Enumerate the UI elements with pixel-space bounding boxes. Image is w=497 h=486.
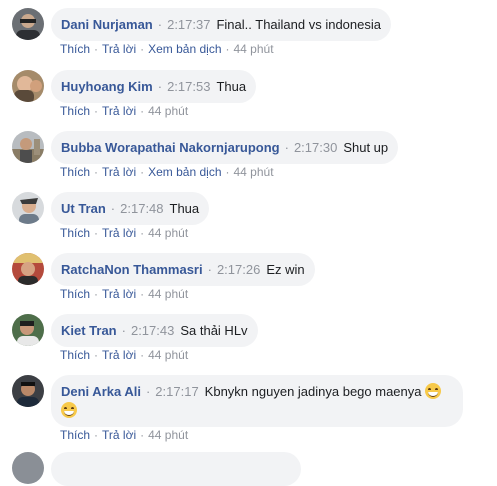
- separator: ·: [140, 42, 145, 56]
- comment-time[interactable]: 2:17:48: [120, 201, 163, 216]
- reply-link[interactable]: Trả lời: [102, 165, 136, 179]
- comment-time[interactable]: 2:17:26: [217, 262, 260, 277]
- grinning-face-icon: [61, 402, 77, 418]
- comment-age[interactable]: 44 phút: [148, 348, 188, 362]
- comment-bubble: Dani Nurjaman · 2:17:37 Final.. Thailand vs…: [51, 8, 391, 41]
- comment-author[interactable]: Kiet Tran: [61, 323, 117, 338]
- comment-text: Final.. Thailand vs indonesia: [216, 17, 381, 32]
- comment-age[interactable]: 44 phút: [234, 165, 274, 179]
- comment-actions: Thích · Trả lời · 44 phút: [60, 428, 188, 442]
- reply-link[interactable]: Trả lời: [102, 428, 136, 442]
- reply-link[interactable]: Trả lời: [102, 104, 136, 118]
- separator: ·: [121, 323, 126, 338]
- separator: ·: [140, 226, 145, 240]
- grinning-face-icon: [425, 383, 442, 399]
- comment-time[interactable]: 2:17:37: [167, 17, 210, 32]
- comment-age[interactable]: 44 phút: [148, 428, 188, 442]
- comment-actions: Thích · Trả lời · 44 phút: [60, 226, 188, 240]
- separator: ·: [140, 287, 145, 301]
- comment-text: Thua: [169, 201, 200, 216]
- comment-author[interactable]: Ut Tran: [61, 201, 106, 216]
- comment-age[interactable]: 44 phút: [234, 42, 274, 56]
- like-link[interactable]: Thích: [60, 104, 90, 118]
- separator: ·: [140, 104, 145, 118]
- reply-link[interactable]: Trả lời: [102, 287, 136, 301]
- comment-author[interactable]: Dani Nurjaman: [61, 17, 153, 32]
- comment-time[interactable]: 2:17:17: [155, 384, 198, 399]
- like-link[interactable]: Thích: [60, 348, 90, 362]
- separator: ·: [94, 348, 99, 362]
- comment-bubble: Kiet Tran · 2:17:43 Sa thải HLv: [51, 314, 258, 347]
- comment-actions: Thích · Trả lời · 44 phút: [60, 104, 188, 118]
- reply-link[interactable]: Trả lời: [102, 348, 136, 362]
- separator: ·: [94, 428, 99, 442]
- separator: ·: [110, 201, 116, 216]
- comment-actions: Thích · Trả lời · 44 phút: [60, 287, 188, 301]
- separator: ·: [157, 79, 163, 94]
- translate-link[interactable]: Xem bản dịch: [148, 165, 221, 179]
- translate-link[interactable]: Xem bản dịch: [148, 42, 221, 56]
- reply-link[interactable]: Trả lời: [102, 226, 136, 240]
- comment-time[interactable]: 2:17:30: [294, 140, 337, 155]
- separator: ·: [140, 428, 145, 442]
- comment-text: Kbnykn nguyen jadinya bego maenya: [204, 384, 422, 399]
- separator: ·: [94, 165, 99, 179]
- comment-bubble: Bubba Worapathai Nakornjarupong · 2:17:30 S…: [51, 131, 399, 164]
- avatar[interactable]: [12, 314, 44, 346]
- comment-bubble: Huyhoang Kim · 2:17:53 Thua: [51, 70, 257, 103]
- avatar[interactable]: [12, 192, 44, 224]
- comment-actions: Thích · Trả lời · Xem bản dịch · 44 phút: [60, 42, 274, 56]
- like-link[interactable]: Thích: [60, 428, 90, 442]
- avatar[interactable]: [12, 253, 44, 285]
- comment-bubble: Ut Tran · 2:17:48 Thua: [51, 192, 210, 225]
- separator: ·: [145, 384, 151, 399]
- separator: ·: [207, 262, 212, 277]
- avatar[interactable]: [12, 131, 44, 163]
- separator: ·: [140, 348, 145, 362]
- comment-bubble: [51, 452, 301, 486]
- separator: ·: [284, 140, 289, 155]
- like-link[interactable]: Thích: [60, 165, 90, 179]
- comment-text: Thua: [216, 79, 247, 94]
- comment-age[interactable]: 44 phút: [148, 226, 188, 240]
- comment-author[interactable]: Huyhoang Kim: [61, 79, 153, 94]
- like-link[interactable]: Thích: [60, 42, 90, 56]
- like-link[interactable]: Thích: [60, 226, 90, 240]
- comment-text: Sa thải HLv: [180, 323, 248, 338]
- avatar[interactable]: [12, 452, 44, 484]
- reply-link[interactable]: Trả lời: [102, 42, 136, 56]
- comment-text: Shut up: [343, 140, 389, 155]
- comment-actions: Thích · Trả lời · Xem bản dịch · 44 phút: [60, 165, 274, 179]
- separator: ·: [94, 42, 99, 56]
- avatar[interactable]: [12, 8, 44, 40]
- separator: ·: [225, 165, 230, 179]
- comment-actions: Thích · Trả lời · 44 phút: [60, 348, 188, 362]
- separator: ·: [225, 42, 230, 56]
- separator: ·: [140, 165, 145, 179]
- comment-author[interactable]: RatchaNon Thammasri: [61, 262, 203, 277]
- comment-time[interactable]: 2:17:43: [131, 323, 174, 338]
- avatar[interactable]: [12, 70, 44, 102]
- comment-author[interactable]: Bubba Worapathai Nakornjarupong: [61, 140, 280, 155]
- separator: ·: [94, 226, 99, 240]
- comment-time[interactable]: 2:17:53: [167, 79, 210, 94]
- avatar[interactable]: [12, 375, 44, 407]
- comment-text: Ez win: [266, 262, 305, 277]
- comment-bubble: RatchaNon Thammasri · 2:17:26 Ez win: [51, 253, 315, 286]
- comment-age[interactable]: 44 phút: [148, 287, 188, 301]
- comment-age[interactable]: 44 phút: [148, 104, 188, 118]
- separator: ·: [94, 287, 99, 301]
- separator: ·: [94, 104, 99, 118]
- like-link[interactable]: Thích: [60, 287, 90, 301]
- comment-author[interactable]: Deni Arka Ali: [61, 384, 141, 399]
- separator: ·: [157, 17, 163, 32]
- comment-bubble: Deni Arka Ali · 2:17:17 Kbnykn nguyen jadin…: [51, 375, 463, 427]
